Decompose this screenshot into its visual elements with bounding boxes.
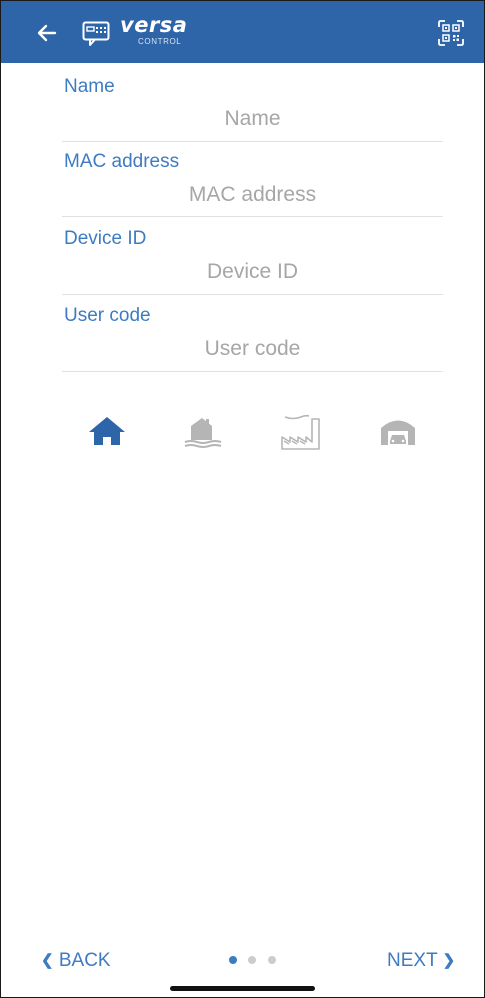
device-id-field: Device ID [62, 228, 443, 295]
house-icon[interactable] [85, 411, 129, 451]
page-dot-1 [229, 956, 237, 964]
header-bar: versa CONTROL [1, 1, 484, 63]
app-screen: versa CONTROL Name Name MAC address MAC … [0, 0, 485, 998]
brand-name: versa [120, 13, 188, 37]
user-code-field: User code [62, 305, 443, 372]
page-dot-2 [248, 956, 256, 964]
brand-subtitle: CONTROL [138, 37, 182, 46]
device-id-input[interactable] [62, 257, 443, 287]
name-input[interactable] [62, 104, 443, 134]
building-type-selector [1, 411, 484, 451]
mac-address-label: MAC address [64, 151, 180, 172]
next-button-label: NEXT [387, 950, 438, 971]
garage-icon[interactable] [376, 411, 420, 451]
back-button[interactable]: ❮ BACK [41, 950, 111, 972]
home-indicator[interactable] [170, 986, 315, 991]
mac-address-input[interactable] [62, 180, 443, 210]
chevron-right-icon: ❯ [442, 952, 456, 969]
mac-address-field: MAC address [62, 151, 443, 217]
chevron-left-icon: ❮ [41, 952, 54, 969]
factory-icon[interactable] [279, 411, 323, 451]
back-arrow-icon[interactable] [35, 21, 59, 45]
qr-scan-icon[interactable] [438, 20, 464, 46]
user-code-label: User code [64, 305, 151, 326]
page-dot-3 [268, 956, 276, 964]
cottage-icon[interactable] [181, 411, 225, 451]
control-panel-icon [82, 21, 110, 46]
device-id-label: Device ID [64, 228, 147, 249]
back-button-label: BACK [58, 950, 111, 971]
name-label: Name [64, 76, 115, 97]
name-field: Name [62, 76, 443, 142]
user-code-input[interactable] [62, 334, 443, 364]
next-button[interactable]: NEXT ❯ [387, 950, 455, 972]
